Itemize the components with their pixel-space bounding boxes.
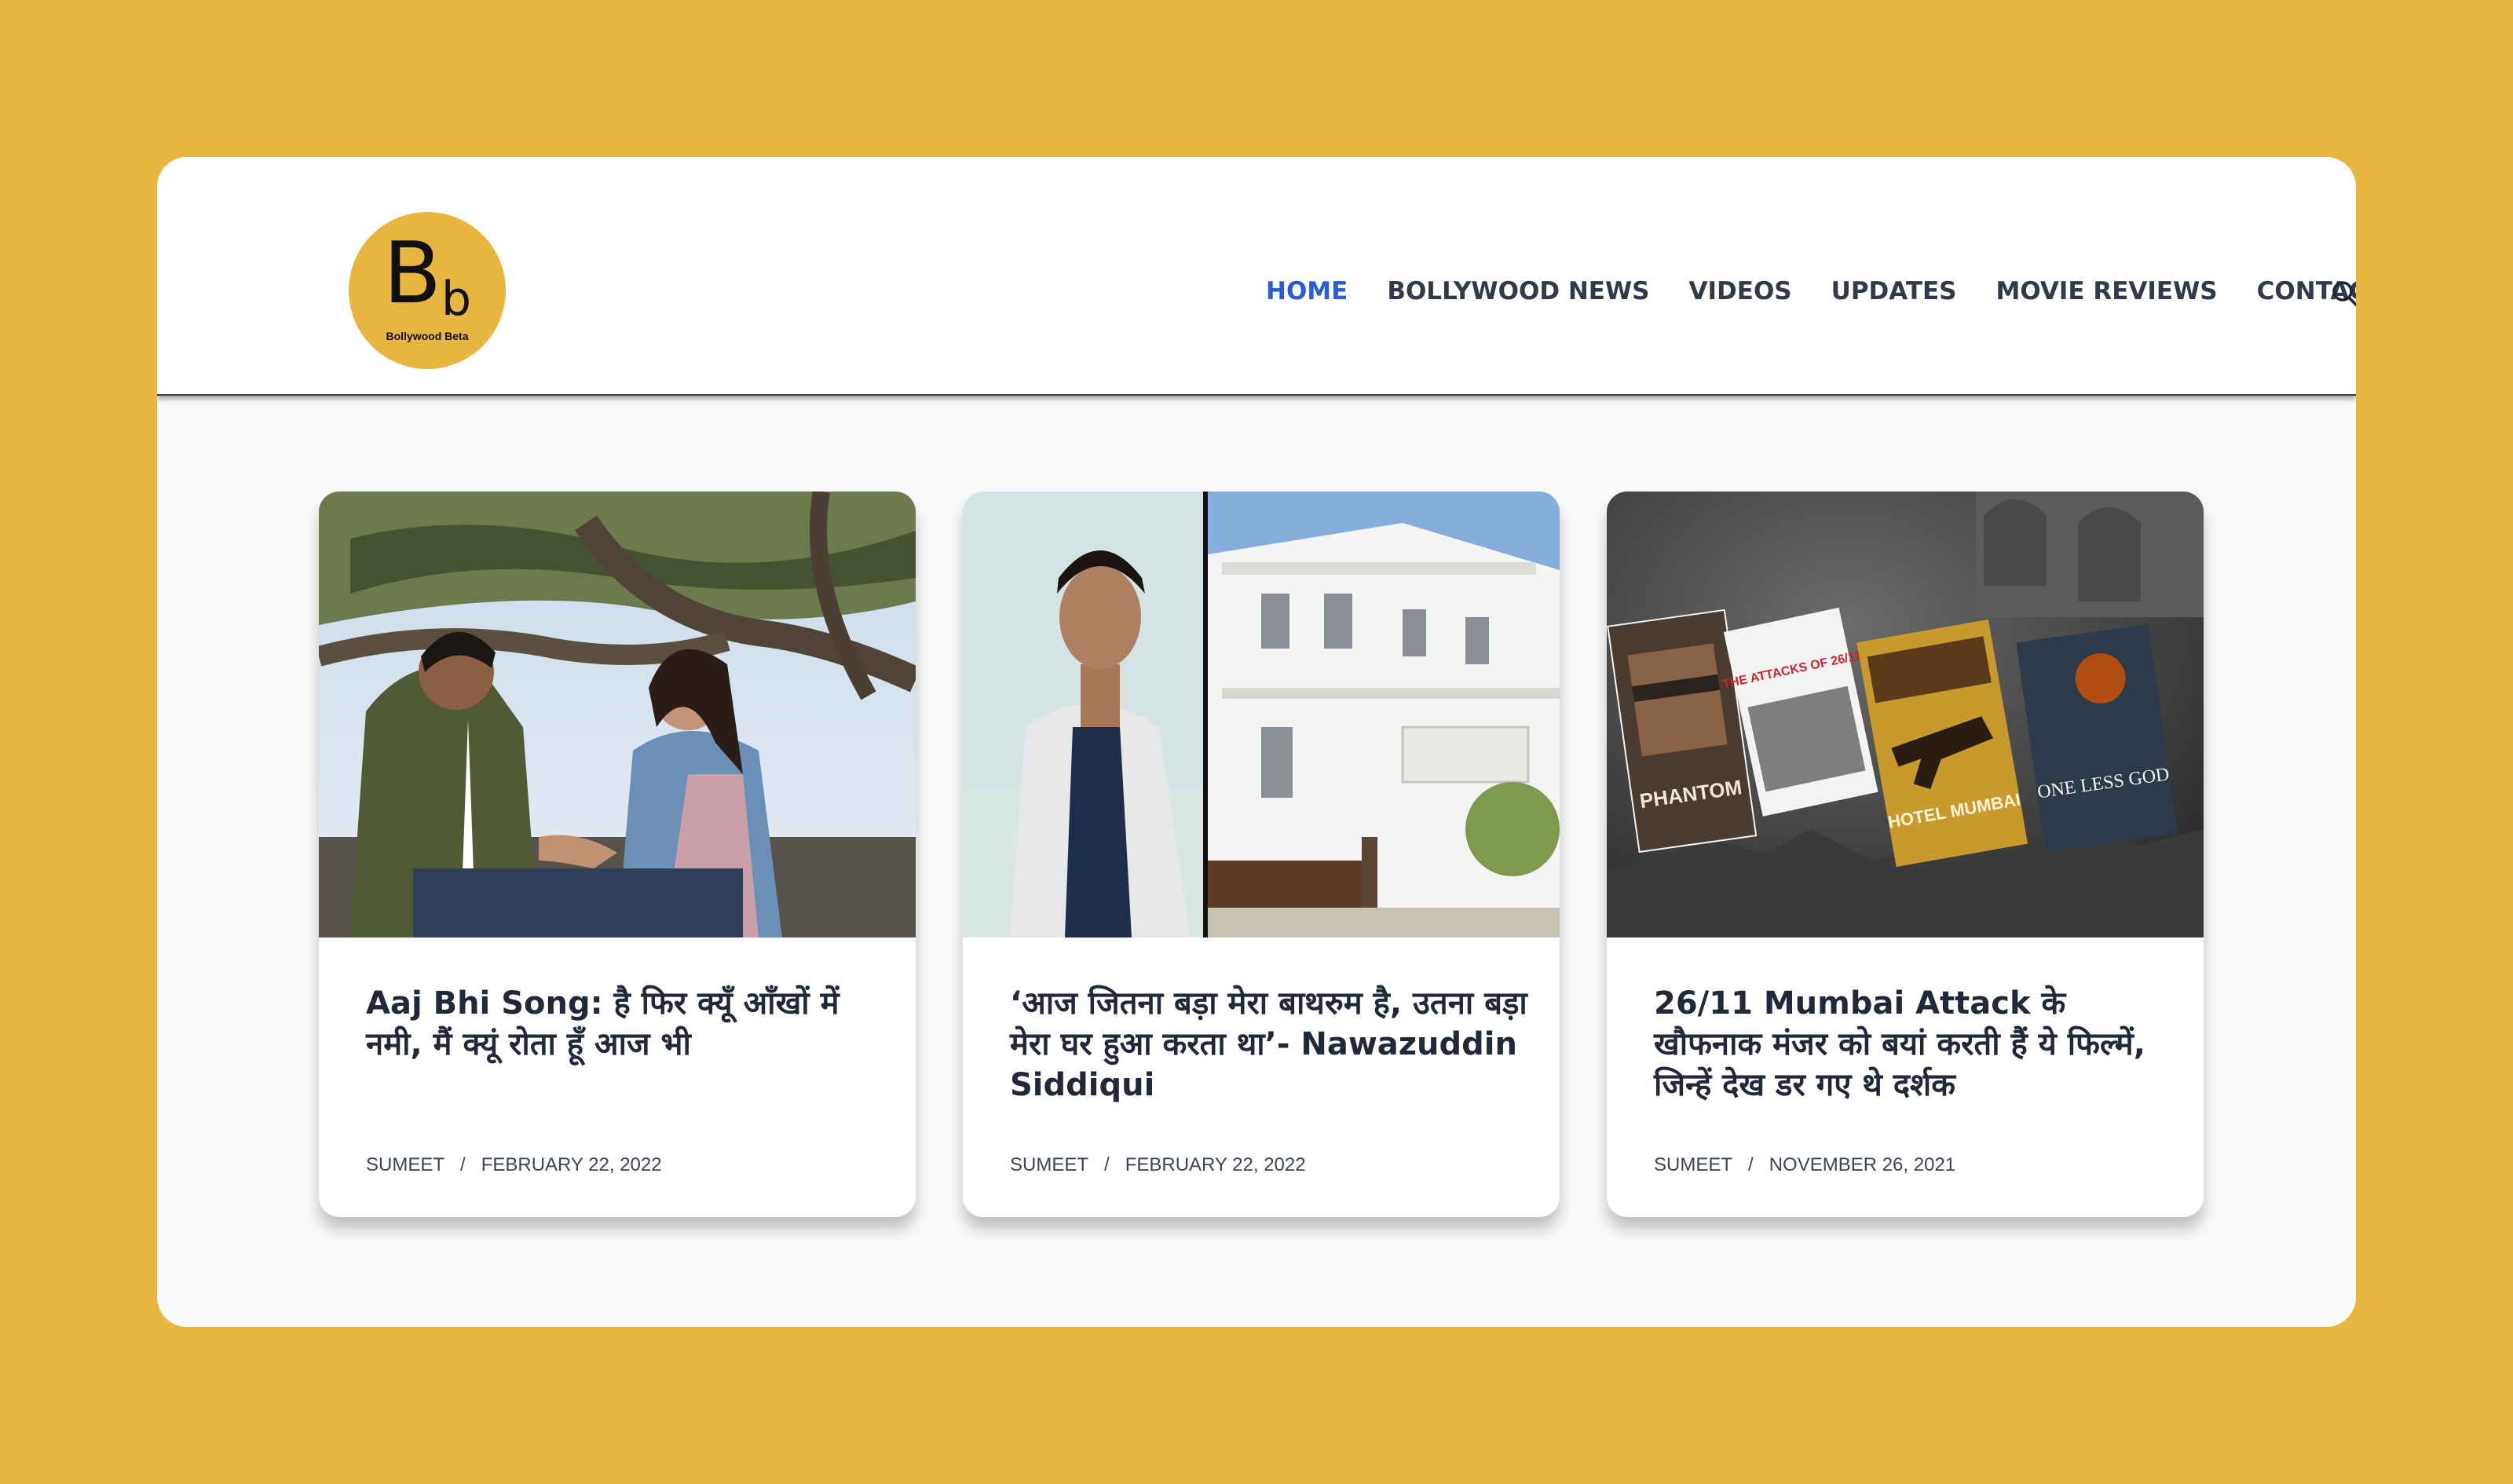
post-image-couple-under-tree xyxy=(319,492,916,938)
nav-item-videos[interactable]: VIDEOS xyxy=(1689,277,1792,305)
logo-letter-small: b xyxy=(441,272,472,327)
nav-item-home[interactable]: HOME xyxy=(1266,277,1348,305)
post-thumbnail[interactable]: PHANTOM THE ATTACKS OF 26/11 HOTEL MUMBA… xyxy=(1607,492,2204,938)
logo-tagline: Bollywood Beta xyxy=(386,330,469,342)
post-author[interactable]: SUMEET xyxy=(1010,1154,1088,1175)
post-author[interactable]: SUMEET xyxy=(1654,1154,1732,1175)
post-image-movie-posters: PHANTOM THE ATTACKS OF 26/11 HOTEL MUMBA… xyxy=(1607,492,2204,938)
post-date: NOVEMBER 26, 2021 xyxy=(1769,1154,1956,1175)
post-image-actor-and-house xyxy=(963,492,1560,938)
post-meta: SUMEET / FEBRUARY 22, 2022 xyxy=(1010,1154,1306,1176)
post-date: FEBRUARY 22, 2022 xyxy=(1125,1154,1306,1175)
post-author[interactable]: SUMEET xyxy=(366,1154,444,1175)
search-icon[interactable] xyxy=(2331,280,2356,308)
post-thumbnail[interactable] xyxy=(319,492,916,938)
logo-letter-big: B xyxy=(383,225,442,323)
main-nav: HOME BOLLYWOOD NEWS VIDEOS UPDATES MOVIE… xyxy=(1266,273,2356,309)
post-thumbnail[interactable] xyxy=(963,492,1560,938)
site-logo[interactable]: B b Bollywood Beta xyxy=(349,212,506,369)
meta-separator: / xyxy=(1104,1154,1110,1175)
post-title[interactable]: Aaj Bhi Song: है फिर क्यूँ आँखों में नमी… xyxy=(366,983,884,1065)
post-meta: SUMEET / FEBRUARY 22, 2022 xyxy=(366,1154,662,1176)
page-frame: B b Bollywood Beta HOME BOLLYWOOD NEWS V… xyxy=(157,157,2356,1327)
post-card[interactable]: Aaj Bhi Song: है फिर क्यूँ आँखों में नमी… xyxy=(319,492,916,1217)
post-title[interactable]: 26/11 Mumbai Attack के खौफनाक मंजर को बय… xyxy=(1654,983,2172,1106)
nav-item-bollywood-news[interactable]: BOLLYWOOD NEWS xyxy=(1387,277,1649,305)
post-date: FEBRUARY 22, 2022 xyxy=(481,1154,662,1175)
meta-separator: / xyxy=(460,1154,466,1175)
post-card[interactable]: ‘आज जितना बड़ा मेरा बाथरुम है, उतना बड़ा… xyxy=(963,492,1560,1217)
nav-item-updates[interactable]: UPDATES xyxy=(1831,277,1957,305)
site-header: B b Bollywood Beta HOME BOLLYWOOD NEWS V… xyxy=(157,157,2356,396)
meta-separator: / xyxy=(1748,1154,1754,1175)
post-card[interactable]: PHANTOM THE ATTACKS OF 26/11 HOTEL MUMBA… xyxy=(1607,492,2204,1217)
nav-item-movie-reviews[interactable]: MOVIE REVIEWS xyxy=(1996,277,2218,305)
post-title[interactable]: ‘आज जितना बड़ा मेरा बाथरुम है, उतना बड़ा… xyxy=(1010,983,1528,1106)
post-meta: SUMEET / NOVEMBER 26, 2021 xyxy=(1654,1154,1955,1176)
